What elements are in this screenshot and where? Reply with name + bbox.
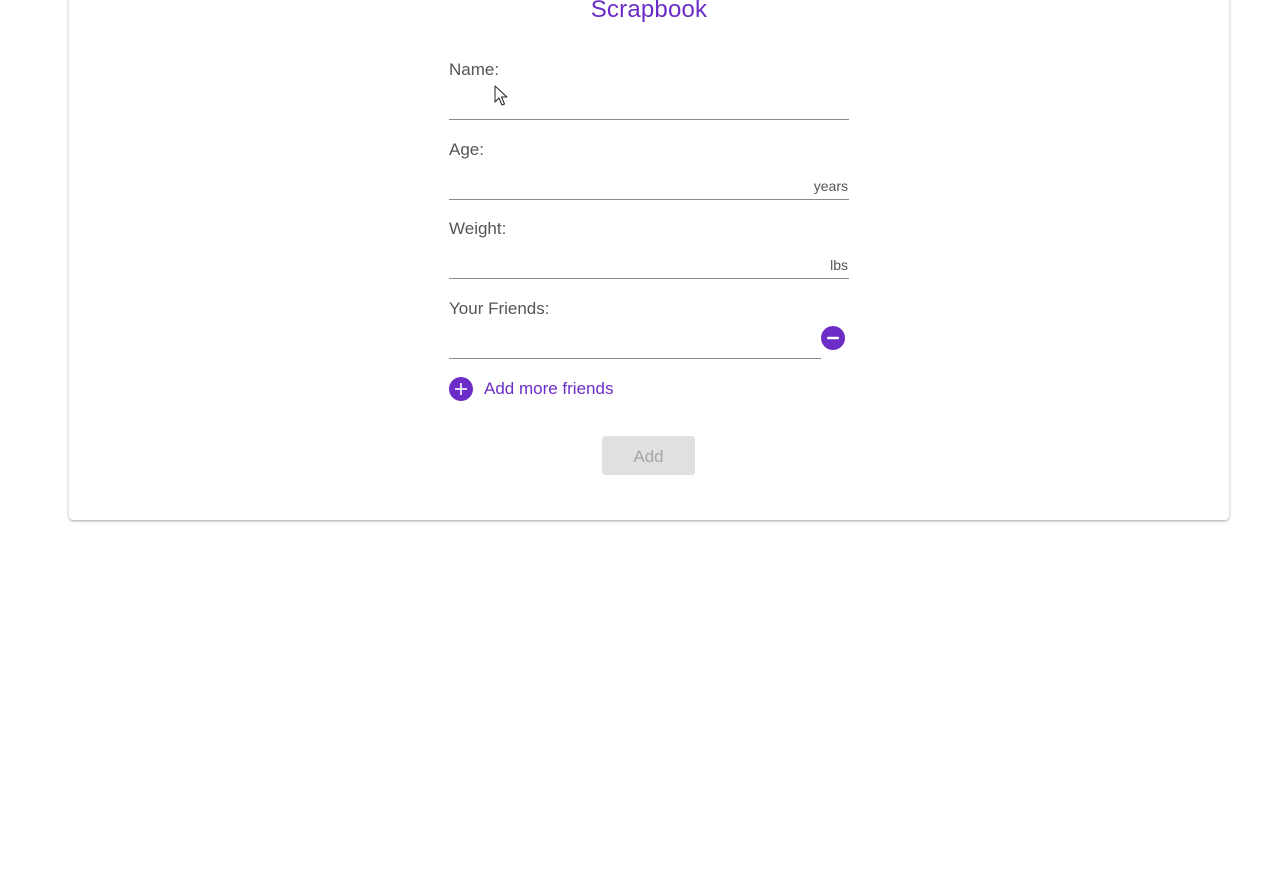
plus-circle-icon [449, 377, 473, 401]
add-button[interactable]: Add [602, 436, 695, 475]
page-title: Scrapbook [590, 0, 708, 23]
weight-label: Weight: [449, 219, 507, 238]
age-label: Age: [449, 140, 484, 159]
minus-circle-icon[interactable] [821, 326, 845, 350]
add-more-friends-label: Add more friends [484, 379, 614, 398]
age-suffix: years [813, 178, 848, 194]
add-more-friends-button[interactable]: Add more friends [449, 376, 613, 402]
friends-label: Your Friends: [449, 299, 550, 318]
mouse-pointer-icon [494, 85, 508, 106]
weight-suffix: lbs [830, 257, 848, 273]
name-input[interactable] [449, 91, 849, 120]
scrapbook-card: Scrapbook Name: Age: years Weight: lbs Y… [69, 0, 1229, 520]
age-input[interactable] [449, 171, 849, 200]
name-label: Name: [449, 60, 500, 79]
weight-input[interactable] [449, 250, 849, 279]
friend-input[interactable] [449, 330, 821, 359]
